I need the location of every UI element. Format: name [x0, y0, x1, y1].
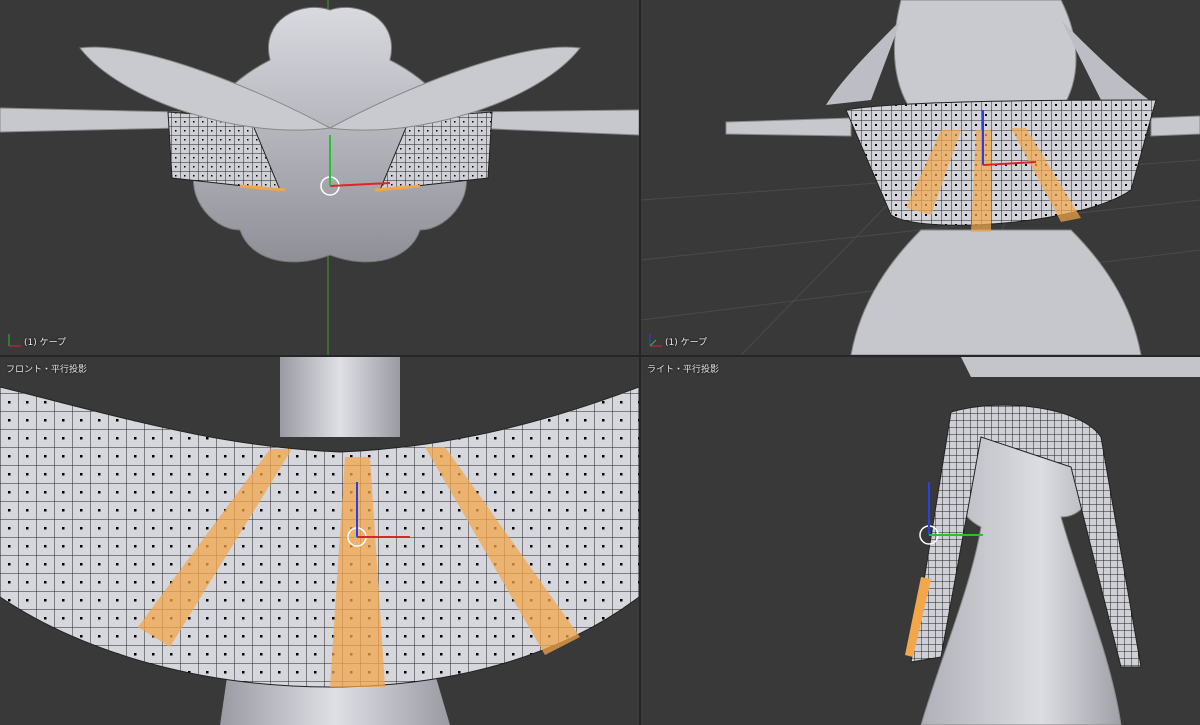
neck — [280, 357, 400, 437]
axis-widget — [8, 334, 21, 347]
hair — [961, 357, 1200, 377]
right-arm — [1150, 115, 1200, 137]
viewport-right-ortho[interactable]: ライト・平行投影 — [641, 357, 1200, 725]
head — [894, 0, 1077, 111]
right-arm — [469, 109, 639, 136]
view-label: ライト・平行投影 — [647, 365, 720, 375]
dress — [850, 229, 1142, 355]
axis-widget — [649, 334, 662, 347]
left-arm — [0, 107, 181, 133]
left-ear — [826, 20, 901, 105]
viewport-right-scene — [905, 357, 1200, 725]
viewport-perspective[interactable]: (1) ケープ — [641, 0, 1200, 355]
viewport-top[interactable]: (1) ケープ — [0, 0, 639, 355]
viewport-divider-vertical[interactable] — [639, 0, 641, 725]
viewport-top-scene — [0, 0, 639, 355]
cape-mesh — [845, 99, 1157, 226]
viewport-front-ortho[interactable]: フロント・平行投影 — [0, 357, 639, 725]
viewport-divider-horizontal[interactable] — [0, 355, 1200, 357]
view-label: フロント・平行投影 — [6, 365, 88, 375]
viewport-perspective-scene — [641, 0, 1200, 355]
viewport-front-scene — [0, 357, 639, 725]
object-label: (1) ケープ — [24, 338, 67, 348]
object-label: (1) ケープ — [665, 338, 708, 348]
left-arm — [725, 117, 852, 137]
